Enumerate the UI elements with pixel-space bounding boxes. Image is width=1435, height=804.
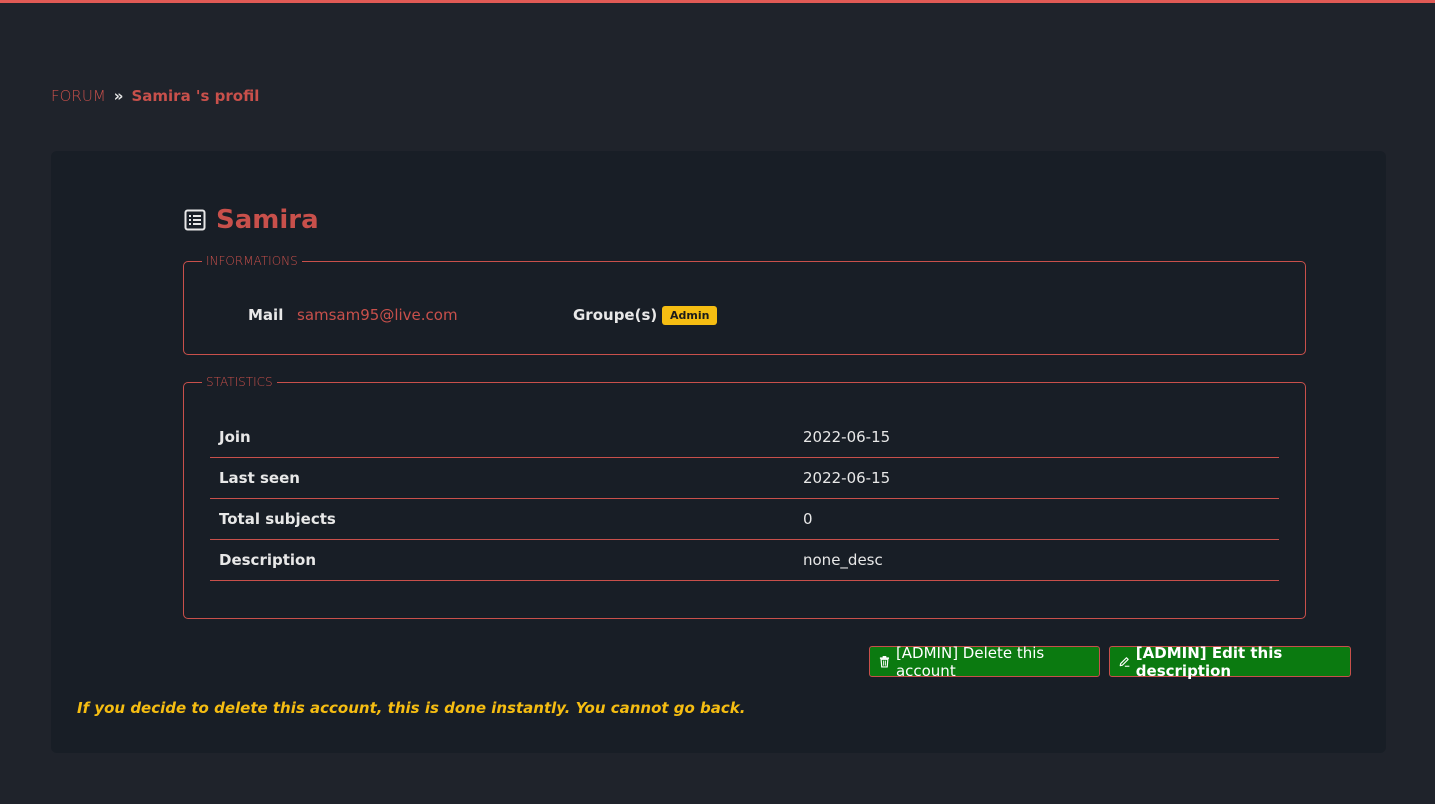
- edit-description-button[interactable]: [ADMIN] Edit this description: [1109, 643, 1351, 680]
- profile-title: Samira: [184, 205, 319, 235]
- breadcrumb-forum-link[interactable]: FORUM: [51, 87, 106, 105]
- table-row: Description none_desc: [210, 539, 1279, 581]
- breadcrumb: FORUM » Samira 's profil: [51, 87, 259, 105]
- delete-account-label: [ADMIN] Delete this account: [895, 643, 1045, 680]
- mail-link[interactable]: samsam95@live.com: [297, 306, 458, 324]
- delete-warning-text: If you decide to delete this account, th…: [77, 699, 746, 717]
- pencil-icon: [1119, 657, 1130, 667]
- top-accent-line: [0, 0, 1435, 3]
- table-row: Total subjects 0: [210, 498, 1279, 540]
- trash-icon: [879, 656, 890, 668]
- informations-panel: INFORMATIONS Mail samsam95@live.com Grou…: [183, 254, 1306, 355]
- delete-account-button[interactable]: [ADMIN] Delete this account: [869, 643, 1100, 680]
- stat-label: Description: [210, 539, 794, 581]
- statistics-panel: STATISTICS Join 2022-06-15 Last seen 202…: [183, 375, 1306, 619]
- list-alt-icon: [184, 209, 206, 231]
- table-row: Last seen 2022-06-15: [210, 457, 1279, 499]
- statistics-table: Join 2022-06-15 Last seen 2022-06-15 Tot…: [210, 417, 1279, 581]
- stat-value: none_desc: [794, 539, 1279, 581]
- stat-label: Total subjects: [210, 498, 794, 540]
- group-badge: Admin: [662, 306, 718, 325]
- stat-value: 2022-06-15: [794, 417, 1279, 458]
- profile-card: Samira INFORMATIONS Mail samsam95@live.c…: [51, 151, 1386, 753]
- edit-description-label: [ADMIN] Edit this description: [1135, 643, 1283, 680]
- breadcrumb-current: Samira 's profil: [131, 87, 260, 105]
- groups-label: Groupe(s): [573, 306, 658, 324]
- stat-value: 0: [794, 498, 1279, 540]
- mail-label: Mail: [248, 306, 284, 324]
- stat-value: 2022-06-15: [794, 457, 1279, 499]
- breadcrumb-separator: »: [113, 87, 124, 105]
- profile-name: Samira: [216, 205, 319, 235]
- stat-label: Last seen: [210, 457, 794, 499]
- informations-legend: INFORMATIONS: [206, 254, 298, 268]
- statistics-legend: STATISTICS: [206, 375, 273, 389]
- table-row: Join 2022-06-15: [210, 417, 1279, 458]
- stat-label: Join: [210, 417, 794, 458]
